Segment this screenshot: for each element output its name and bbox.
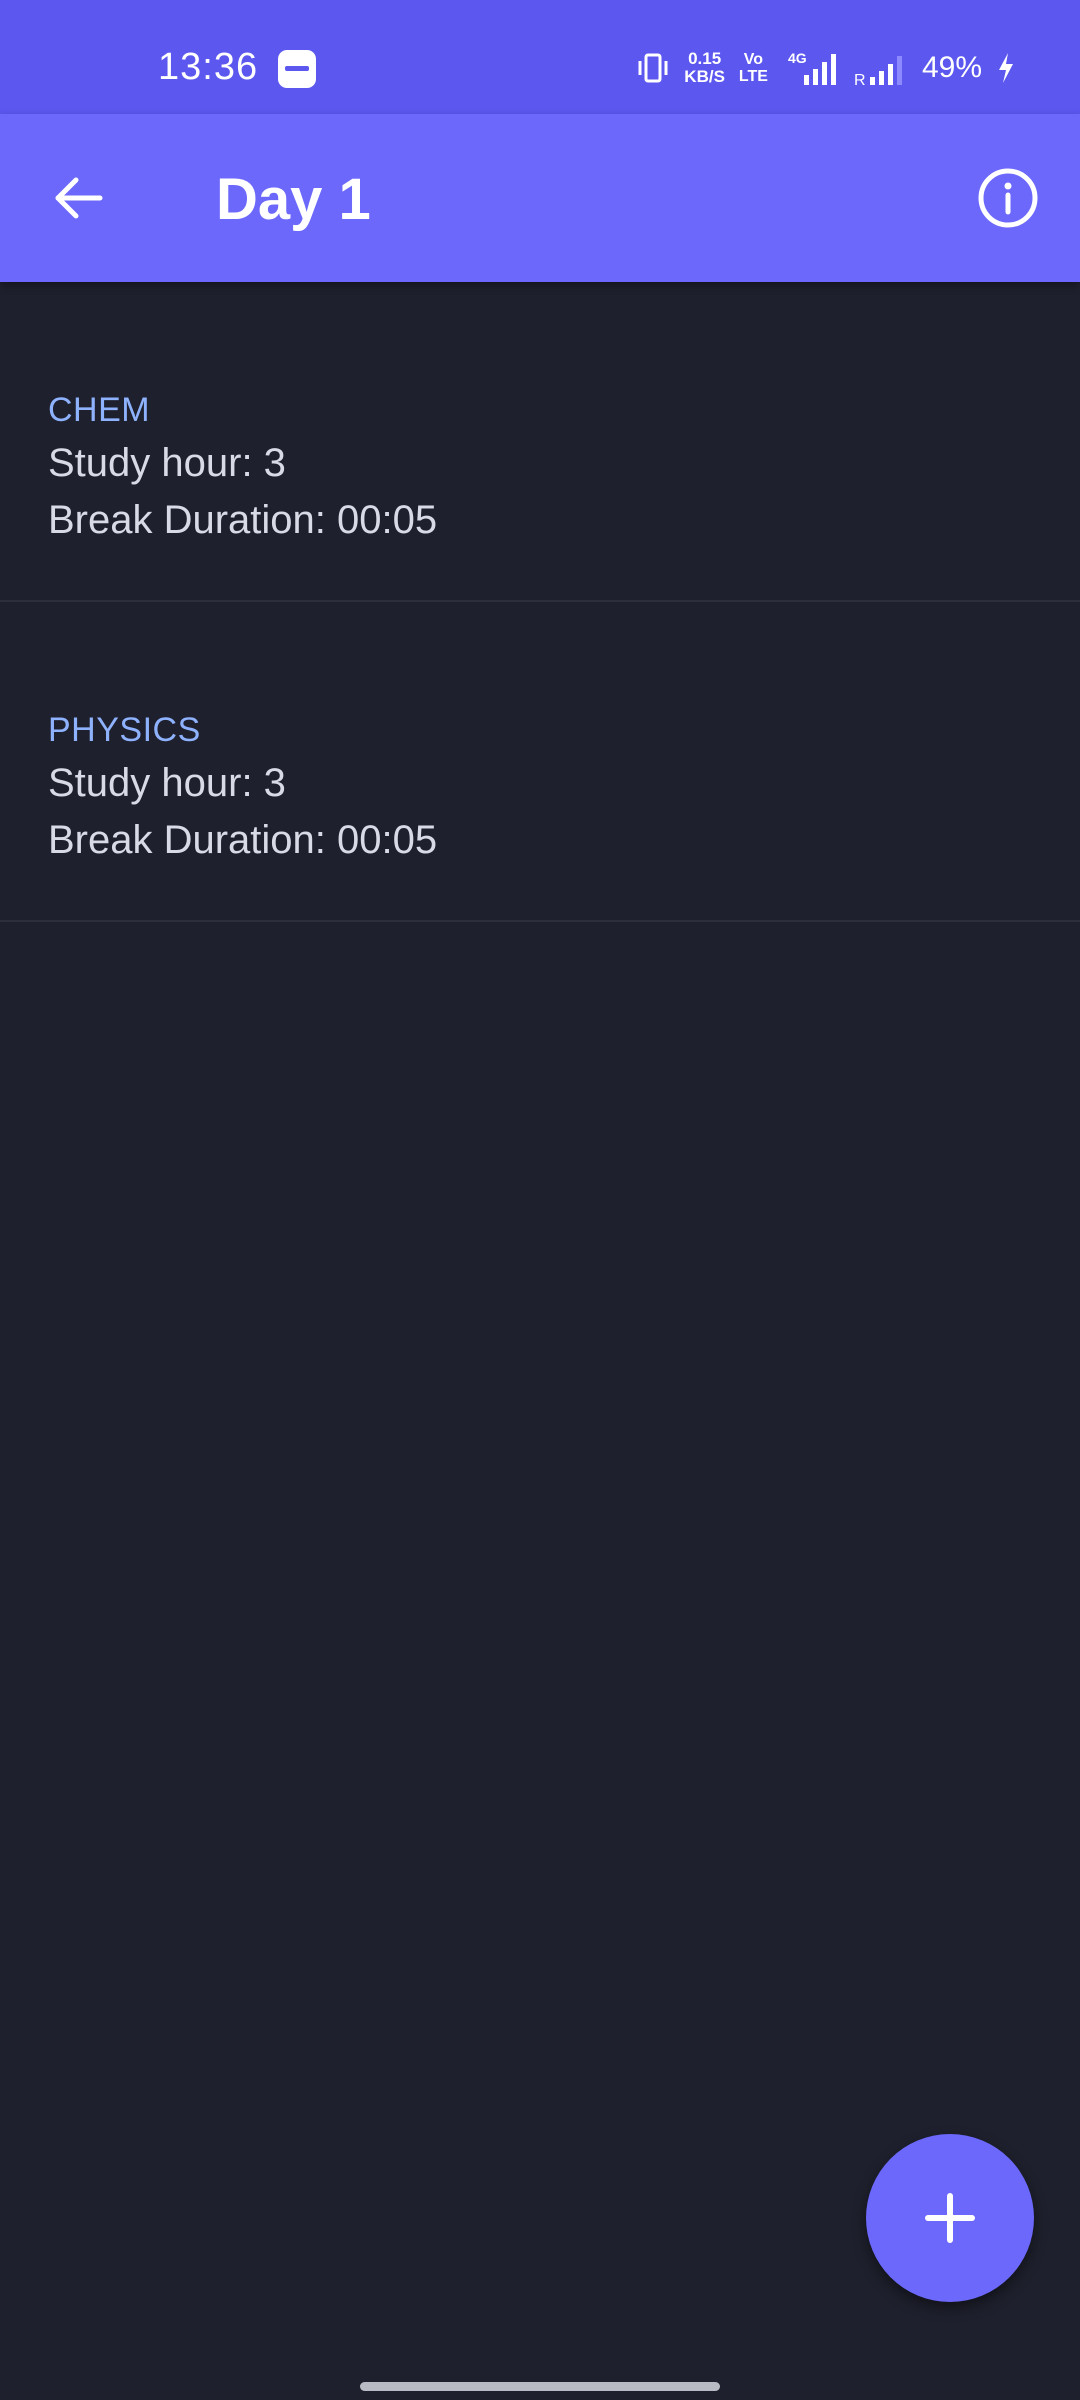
battery-percentage: 49% — [921, 51, 982, 84]
back-button[interactable] — [42, 162, 114, 234]
network-speed-value: 0.15 — [688, 49, 722, 68]
subject-name: CHEM — [48, 391, 151, 429]
list-item[interactable]: CHEM Study hour: 3 Break Duration: 00:05 — [0, 282, 1080, 602]
subject-list: CHEM Study hour: 3 Break Duration: 00:05… — [0, 282, 1080, 922]
volte-indicator: Vo LTE — [739, 51, 768, 85]
signal-icon: 4G — [788, 50, 836, 85]
list-item[interactable]: PHYSICS Study hour: 3 Break Duration: 00… — [0, 602, 1080, 922]
network-type-label: 4G — [788, 50, 807, 66]
info-button[interactable] — [970, 160, 1046, 236]
charging-icon — [999, 53, 1013, 83]
plus-icon — [925, 2193, 975, 2243]
study-hour: Study hour: 3 — [48, 761, 286, 805]
network-speed: 0.15 KB/S — [684, 50, 725, 86]
study-hour: Study hour: 3 — [48, 441, 286, 485]
subject-name: PHYSICS — [48, 711, 201, 749]
status-indicators: 0.15 KB/S Vo LTE 4G R 49% — [636, 46, 1016, 90]
signal-roaming-icon: R — [854, 56, 902, 87]
break-duration: Break Duration: 00:05 — [48, 498, 438, 542]
volte-bottom: LTE — [738, 68, 768, 85]
network-speed-unit: KB/S — [684, 67, 725, 86]
add-subject-button[interactable] — [866, 2134, 1034, 2302]
volte-top: Vo — [743, 51, 764, 68]
status-bar: 13:36 0.15 KB/S Vo LTE 4G R 49% — [0, 0, 1080, 114]
arrow-left-icon — [55, 177, 103, 219]
break-duration: Break Duration: 00:05 — [48, 818, 438, 862]
app-screen: 13:36 0.15 KB/S Vo LTE 4G R 49% Day 1 CH… — [0, 0, 1080, 2400]
page-title: Day 1 — [216, 167, 371, 232]
vibrate-icon — [638, 53, 668, 83]
info-icon — [978, 168, 1038, 228]
app-bar: Day 1 — [0, 114, 1080, 282]
app-notification-icon — [278, 50, 316, 88]
roaming-label: R — [854, 72, 866, 87]
home-indicator[interactable] — [360, 2382, 720, 2391]
status-time: 13:36 — [158, 46, 259, 88]
